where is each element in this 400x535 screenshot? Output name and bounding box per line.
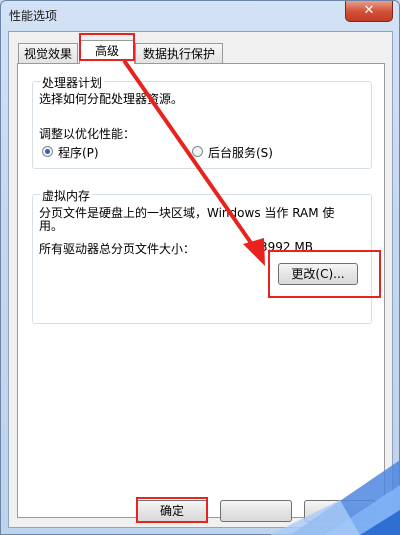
background-services-radio[interactable] [192,146,203,157]
virtual-memory-title: 虚拟内存 [40,187,93,204]
tab-data-execution-prevention[interactable]: 数据执行保护 [135,43,223,63]
close-button[interactable]: ✕ [345,1,393,22]
virtual-memory-group: 虚拟内存 分页文件是硬盘上的一块区域，Windows 当作 RAM 使 用。 所… [32,187,372,324]
total-paging-file-value: 3992 MB [260,240,313,254]
dialog-client-area: 视觉效果 高级 数据执行保护 处理器计划 选择如何分配处理器资源。 调整以优化性… [8,31,393,528]
change-virtual-memory-button[interactable]: 更改(C)... [278,263,358,285]
performance-options-window: 性能选项 ✕ 视觉效果 高级 数据执行保护 处理器计划 选择如何分配处理器资源。… [0,0,400,535]
window-title: 性能选项 [9,9,58,23]
processor-scheduling-group: 处理器计划 选择如何分配处理器资源。 调整以优化性能： 程序(P) 后台服务(S… [32,74,372,169]
advanced-tab-panel: 处理器计划 选择如何分配处理器资源。 调整以优化性能： 程序(P) 后台服务(S… [17,63,385,518]
ok-button[interactable]: 确定 [136,500,208,522]
apply-button[interactable] [304,500,376,522]
optimize-performance-label: 调整以优化性能： [39,127,136,141]
background-services-radio-label[interactable]: 后台服务(S) [208,144,273,161]
cancel-button[interactable] [220,500,292,522]
total-paging-file-label: 所有驱动器总分页文件大小： [39,242,196,256]
virtual-memory-description-line2: 用。 [39,219,64,233]
tab-visual-effects[interactable]: 视觉效果 [18,43,78,63]
processor-description: 选择如何分配处理器资源。 [39,92,184,106]
virtual-memory-description-line1: 分页文件是硬盘上的一块区域，Windows 当作 RAM 使 [39,206,335,220]
tab-advanced[interactable]: 高级 [79,40,135,64]
processor-scheduling-title: 处理器计划 [40,74,105,91]
title-bar[interactable]: 性能选项 ✕ [1,1,399,31]
programs-radio-label[interactable]: 程序(P) [58,144,99,161]
programs-radio[interactable] [42,146,53,157]
